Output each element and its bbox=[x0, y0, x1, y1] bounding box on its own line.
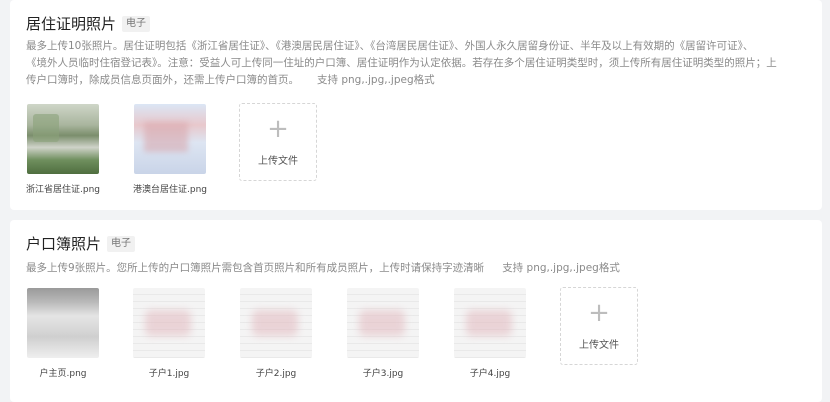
section-description: 最多上传9张照片。您所上传的户口簿照片需包含首页照片和所有成员照片，上传时请保持… bbox=[26, 260, 812, 277]
electronic-tag: 电子 bbox=[107, 236, 136, 252]
section-description: 最多上传10张照片。居住证明包括《浙江省居住证》、《港澳居民居住证》、《台湾居民… bbox=[26, 38, 812, 89]
file-thumbnail[interactable] bbox=[27, 104, 99, 174]
plus-icon: + bbox=[588, 298, 610, 328]
file-name: 浙江省居住证.png bbox=[26, 185, 100, 195]
residence-proof-section: 居住证明照片 电子 最多上传10张照片。居住证明包括《浙江省居住证》、《港澳居民… bbox=[10, 0, 822, 210]
file-thumbnail[interactable] bbox=[240, 288, 312, 358]
file-thumbnail[interactable] bbox=[454, 288, 526, 358]
file-name: 子户1.jpg bbox=[148, 369, 190, 379]
household-register-section: 户口簿照片 电子 最多上传9张照片。您所上传的户口簿照片需包含首页照片和所有成员… bbox=[10, 220, 822, 402]
file-name: 子户4.jpg bbox=[469, 369, 511, 379]
upload-file-button[interactable]: + 上传文件 bbox=[239, 103, 317, 181]
file-name: 子户3.jpg bbox=[362, 369, 404, 379]
section-header: 居住证明照片 电子 bbox=[26, 14, 151, 34]
electronic-tag: 电子 bbox=[122, 16, 151, 32]
section-header: 户口簿照片 电子 bbox=[26, 234, 136, 254]
upload-label: 上传文件 bbox=[258, 156, 298, 167]
format-hint: 支持 png,.jpg,.jpeg格式 bbox=[502, 262, 620, 274]
file-name: 户主页.png bbox=[39, 369, 87, 379]
file-thumbnail[interactable] bbox=[347, 288, 419, 358]
file-thumbnail[interactable] bbox=[134, 104, 206, 174]
section-title: 户口簿照片 bbox=[26, 235, 102, 253]
upload-label: 上传文件 bbox=[579, 340, 619, 351]
description-text: 传户口簿时，除成员信息页面外，还需上传户口簿的首页。 bbox=[26, 74, 299, 86]
description-line: 《境外人员临时住宿登记表》。注意：受益人可上传同一住址的户口簿、居住证明作为认定… bbox=[26, 57, 777, 69]
section-title: 居住证明照片 bbox=[26, 15, 117, 33]
file-name: 子户2.jpg bbox=[255, 369, 297, 379]
file-thumbnail[interactable] bbox=[133, 288, 205, 358]
description-line: 传户口簿时，除成员信息页面外，还需上传户口簿的首页。 支持 png,.jpg,.j… bbox=[26, 72, 812, 89]
description-text: 最多上传9张照片。您所上传的户口簿照片需包含首页照片和所有成员照片，上传时请保持… bbox=[26, 262, 485, 274]
file-name: 港澳台居住证.png bbox=[133, 185, 207, 195]
plus-icon: + bbox=[267, 114, 289, 144]
format-hint: 支持 png,.jpg,.jpeg格式 bbox=[317, 74, 435, 86]
file-thumbnail[interactable] bbox=[27, 288, 99, 358]
description-line: 最多上传10张照片。居住证明包括《浙江省居住证》、《港澳居民居住证》、《台湾居民… bbox=[26, 40, 754, 52]
upload-file-button[interactable]: + 上传文件 bbox=[560, 287, 638, 365]
